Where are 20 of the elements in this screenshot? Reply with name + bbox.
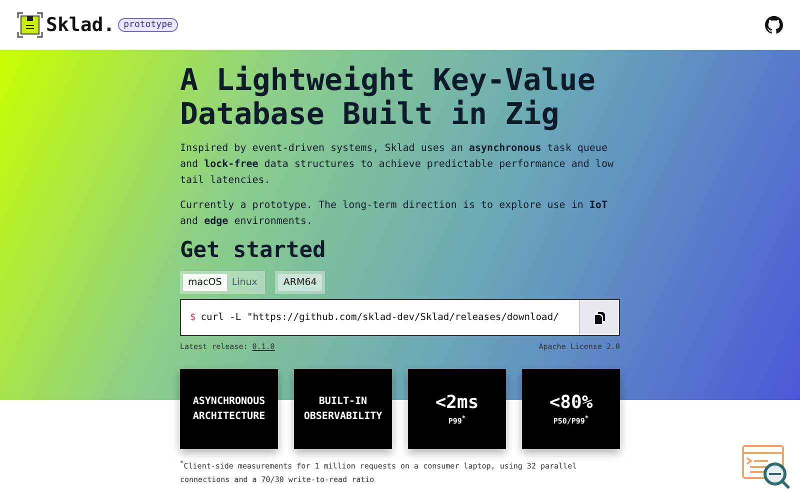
- copy-icon: [594, 312, 604, 324]
- hero-title: A Lightweight Key-Value Database Built in Zig: [180, 64, 596, 132]
- logo-icon: [17, 12, 43, 38]
- metric-value: <80%: [549, 392, 593, 414]
- intro-paragraph: Currently a prototype. The long-term direction is to explore use in IoT and edge environments.: [180, 199, 608, 229]
- copy-button[interactable]: [579, 300, 619, 335]
- feature-title: BUILT-IN OBSERVABILITY: [302, 395, 384, 424]
- github-icon[interactable]: [765, 16, 783, 34]
- browser-search-icon[interactable]: [742, 445, 792, 491]
- prototype-badge: prototype: [118, 18, 178, 32]
- install-command: curl -L "https://github.com/sklad-dev/Sklad/releases/download/: [200, 312, 559, 323]
- platform-tab[interactable]: macOS: [183, 274, 227, 291]
- feature-title: ASYNCHRONOUS ARCHITECTURE: [192, 395, 266, 424]
- intro-paragraph: Inspired by event-driven systems, Sklad uses an asynchronous task queue and lock-free data structures to achieve predictable performance and low tail latencies.: [180, 142, 614, 188]
- brand-name[interactable]: Sklad.: [46, 14, 115, 36]
- platform-tab[interactable]: Linux: [226, 274, 262, 291]
- prompt-sign: $: [190, 312, 196, 323]
- metric-value: <2ms: [435, 392, 479, 414]
- section-heading: Get started: [180, 238, 327, 263]
- platform-tab[interactable]: ARM64: [278, 274, 322, 291]
